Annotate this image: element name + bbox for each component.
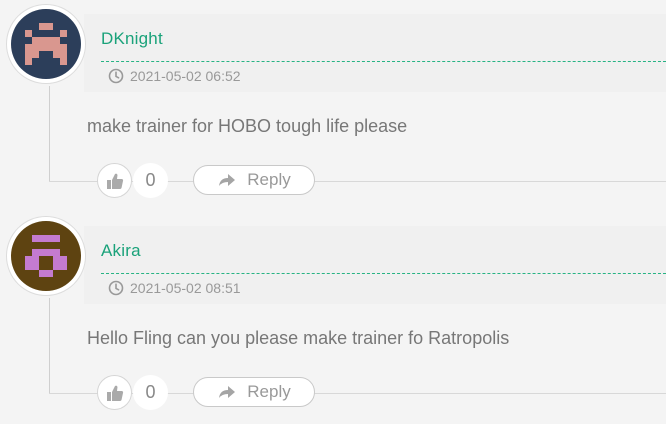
- comment-text: make trainer for HOBO tough life please: [87, 116, 408, 136]
- timestamp-text: 2021-05-02 08:51: [130, 280, 241, 296]
- reply-label: Reply: [247, 382, 291, 401]
- reply-button[interactable]: Reply: [193, 377, 315, 407]
- reply-arrow-icon: [219, 386, 236, 398]
- thumbs-up-icon: [106, 385, 123, 401]
- avatar[interactable]: [7, 5, 85, 83]
- comment-timestamp: 2021-05-02 08:51: [108, 280, 241, 296]
- comment-text: Hello Fling can you please make trainer …: [87, 328, 510, 348]
- thumbs-up-icon: [106, 173, 123, 189]
- avatar-image: [11, 9, 81, 79]
- clock-icon: [108, 68, 124, 84]
- avatar[interactable]: [7, 217, 85, 295]
- like-button[interactable]: [97, 375, 132, 410]
- timestamp-text: 2021-05-02 06:52: [130, 68, 241, 84]
- comment-item: DKnight 2021-05-02 06:52 make trainer fo…: [0, 0, 666, 212]
- header-divider: [101, 61, 666, 62]
- clock-icon: [108, 280, 124, 296]
- comment-author[interactable]: DKnight: [101, 29, 163, 49]
- comment-timestamp: 2021-05-02 06:52: [108, 68, 241, 84]
- comment-author[interactable]: Akira: [101, 241, 141, 261]
- header-divider: [101, 273, 666, 274]
- reply-label: Reply: [247, 170, 291, 189]
- thread-line-vertical: [49, 298, 50, 394]
- identicon-avatar-dknight: [11, 9, 81, 79]
- identicon-avatar-akira: [11, 221, 81, 291]
- reply-button[interactable]: Reply: [193, 165, 315, 195]
- comment-item: Akira 2021-05-02 08:51 Hello Fling can y…: [0, 212, 666, 424]
- like-count: 0: [133, 163, 168, 198]
- thread-line-vertical: [49, 86, 50, 182]
- avatar-image: [11, 221, 81, 291]
- like-count: 0: [133, 375, 168, 410]
- like-button[interactable]: [97, 163, 132, 198]
- reply-arrow-icon: [219, 174, 236, 186]
